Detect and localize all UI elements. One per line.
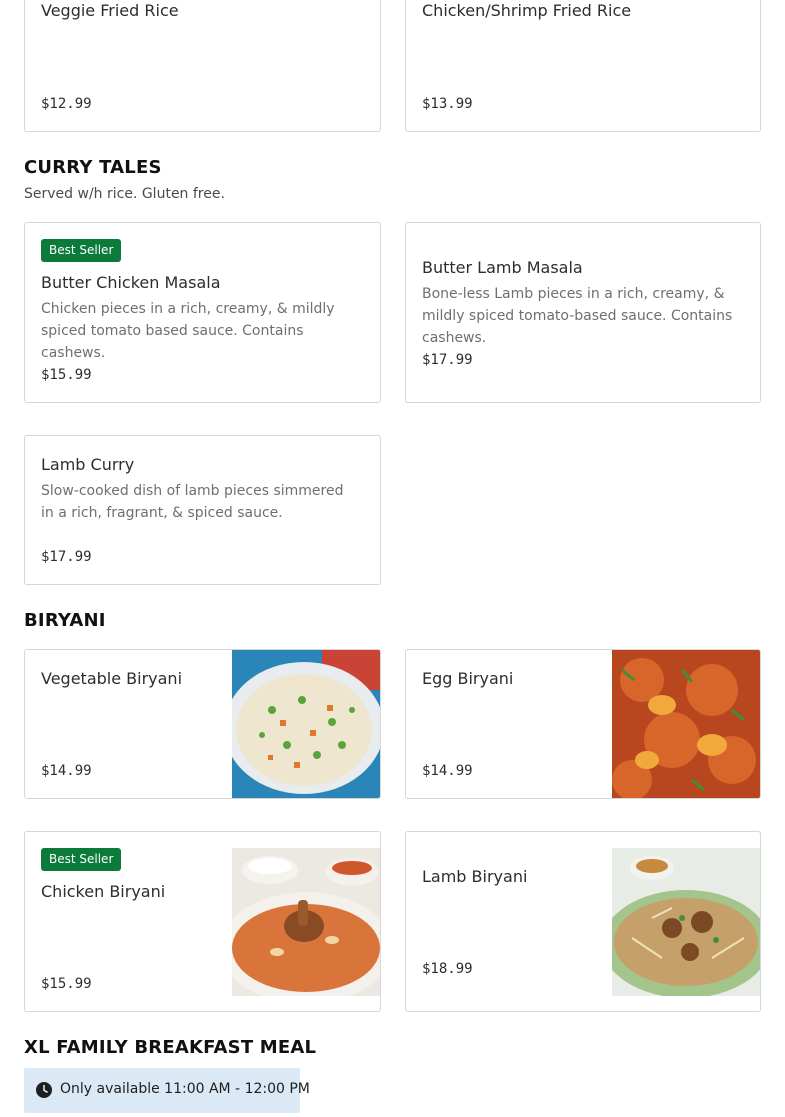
item-price: $15.99 — [41, 367, 92, 383]
menu-item-card[interactable]: Best Seller Butter Chicken Masala Chicke… — [24, 222, 381, 403]
item-price: $18.99 — [422, 961, 473, 977]
egg-biryani-image — [612, 650, 760, 798]
item-description: Chicken pieces in a rich, creamy, & mild… — [41, 301, 335, 361]
item-name: Butter Lamb Masala — [422, 258, 583, 277]
item-price: $17.99 — [41, 549, 92, 565]
vegetable-biryani-image — [232, 650, 380, 798]
best-seller-badge: Best Seller — [41, 848, 122, 871]
item-name: Butter Chicken Masala — [41, 273, 221, 292]
availability-banner: Only available 11:00 AM - 12:00 PM — [24, 1068, 310, 1113]
menu-item-card[interactable]: Egg Biryani $14.99 — [405, 649, 761, 799]
item-name: Lamb Biryani — [422, 867, 528, 886]
item-price: $13.99 — [422, 96, 473, 112]
item-price: $15.99 — [41, 976, 92, 992]
menu-item-card[interactable]: Veggie Fried Rice $12.99 — [24, 0, 381, 132]
chicken-biryani-image — [232, 848, 380, 996]
section-title-curry-tales: CURRY TALES — [24, 157, 162, 178]
item-name: Veggie Fried Rice — [41, 1, 179, 20]
item-name: Vegetable Biryani — [41, 669, 183, 688]
item-name: Lamb Curry — [41, 455, 135, 474]
best-seller-badge: Best Seller — [41, 239, 122, 262]
item-name: Chicken Biryani — [41, 882, 166, 901]
item-name: Chicken/Shrimp Fried Rice — [422, 1, 632, 20]
clock-icon — [36, 1082, 52, 1098]
lamb-biryani-image — [612, 848, 760, 996]
menu-item-card[interactable]: Butter Lamb Masala Bone-less Lamb pieces… — [405, 222, 761, 403]
item-price: $14.99 — [41, 763, 92, 779]
item-price: $17.99 — [422, 352, 473, 368]
menu-item-card[interactable]: Vegetable Biryani $14.99 — [24, 649, 381, 799]
item-description: Slow-cooked dish of lamb pieces simmered… — [41, 483, 344, 521]
menu-item-card[interactable]: Lamb Curry Slow-cooked dish of lamb piec… — [24, 435, 381, 585]
item-description: Bone-less Lamb pieces in a rich, creamy,… — [422, 286, 733, 346]
availability-text: Only available 11:00 AM - 12:00 PM — [60, 1081, 310, 1097]
item-name: Egg Biryani — [422, 669, 514, 688]
item-price: $12.99 — [41, 96, 92, 112]
section-title-family-meal: XL FAMILY BREAKFAST MEAL — [24, 1037, 317, 1058]
section-title-biryani: BIRYANI — [24, 610, 106, 631]
section-subtitle: Served w/h rice. Gluten free. — [24, 186, 225, 202]
item-price: $14.99 — [422, 763, 473, 779]
menu-item-card[interactable]: Chicken/Shrimp Fried Rice $13.99 — [405, 0, 761, 132]
menu-item-card[interactable]: Lamb Biryani $18.99 — [405, 831, 761, 1012]
menu-item-card[interactable]: Best Seller Chicken Biryani $15.99 — [24, 831, 381, 1012]
